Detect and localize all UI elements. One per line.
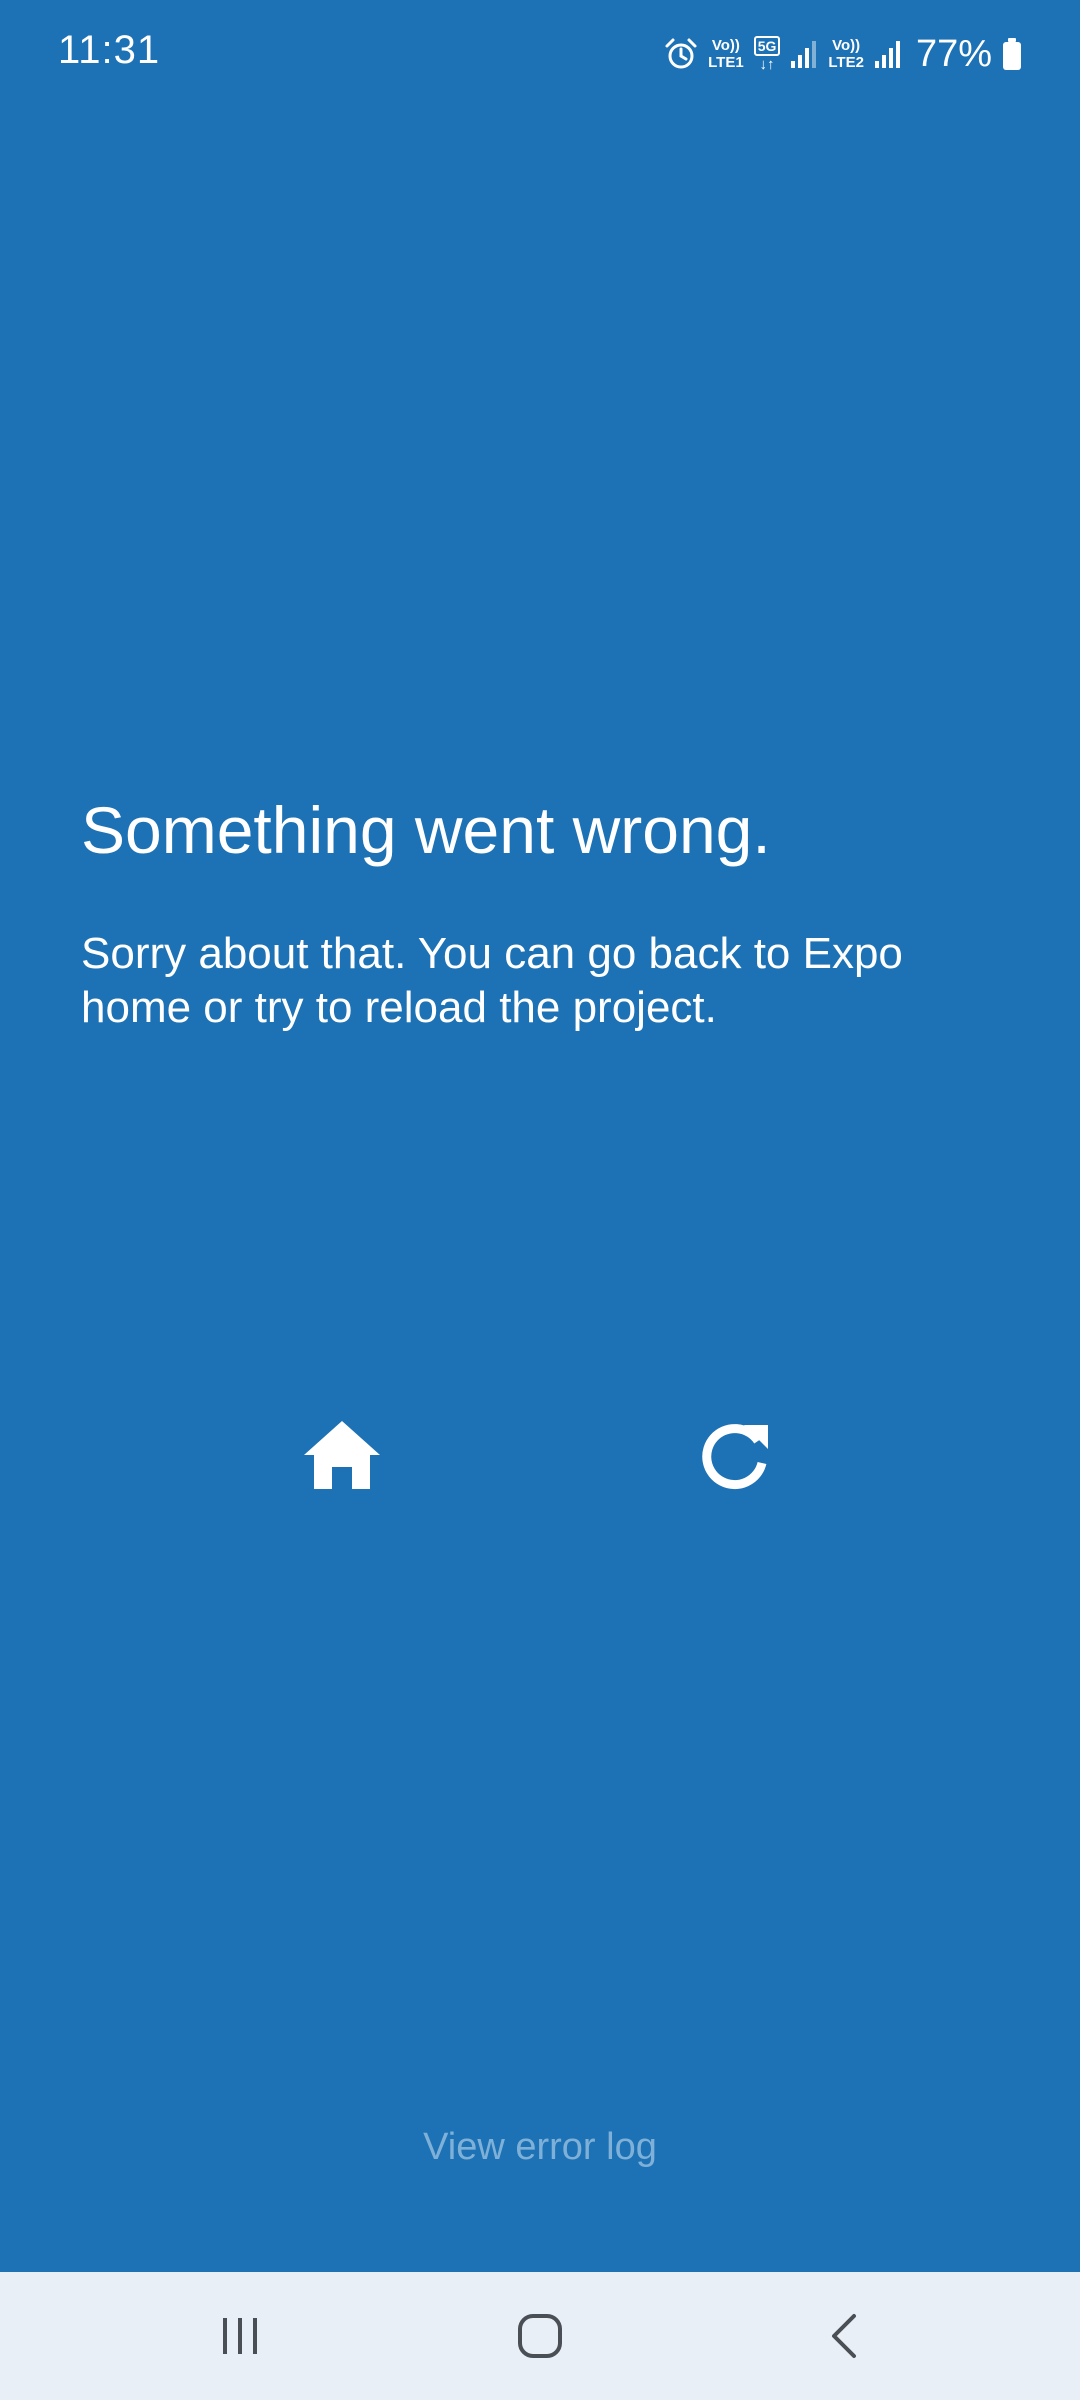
status-bar: 11:31 Vo)) LTE1 5G ↓↑ Vo)) LTE2 77% [0, 0, 1080, 108]
back-button[interactable] [784, 2296, 904, 2376]
reload-icon [702, 1424, 768, 1490]
error-title: Something went wrong. [81, 793, 771, 867]
error-message: Sorry about that. You can go back to Exp… [81, 929, 903, 1032]
battery-percentage: 77% [915, 32, 992, 75]
reload-button[interactable] [676, 1395, 796, 1515]
signal-strength-icon-1 [790, 39, 818, 69]
home-icon [304, 1421, 380, 1489]
signal-strength-icon-2 [874, 39, 902, 69]
back-chevron-icon [832, 2314, 856, 2358]
view-error-log-link[interactable]: View error log [0, 2126, 1080, 2169]
recent-apps-button[interactable] [180, 2296, 300, 2376]
home-circle-icon [518, 2314, 562, 2358]
alarm-icon [664, 37, 698, 71]
go-home-button[interactable] [282, 1395, 402, 1515]
sim1-volte-label: Vo)) LTE1 [708, 37, 744, 71]
battery-icon [1002, 37, 1022, 71]
sim2-volte-label: Vo)) LTE2 [828, 37, 864, 71]
navigation-bar [0, 2272, 1080, 2400]
data-arrows-icon: ↓↑ [759, 55, 775, 73]
network-5g-label: 5G ↓↑ [753, 35, 781, 73]
status-time: 11:31 [58, 28, 161, 72]
status-icons: Vo)) LTE1 5G ↓↑ Vo)) LTE2 77% [664, 28, 1022, 80]
app-screen: 11:31 Vo)) LTE1 5G ↓↑ Vo)) LTE2 77% Some… [0, 0, 1080, 2400]
recents-icon [223, 2318, 257, 2354]
system-home-button[interactable] [480, 2296, 600, 2376]
